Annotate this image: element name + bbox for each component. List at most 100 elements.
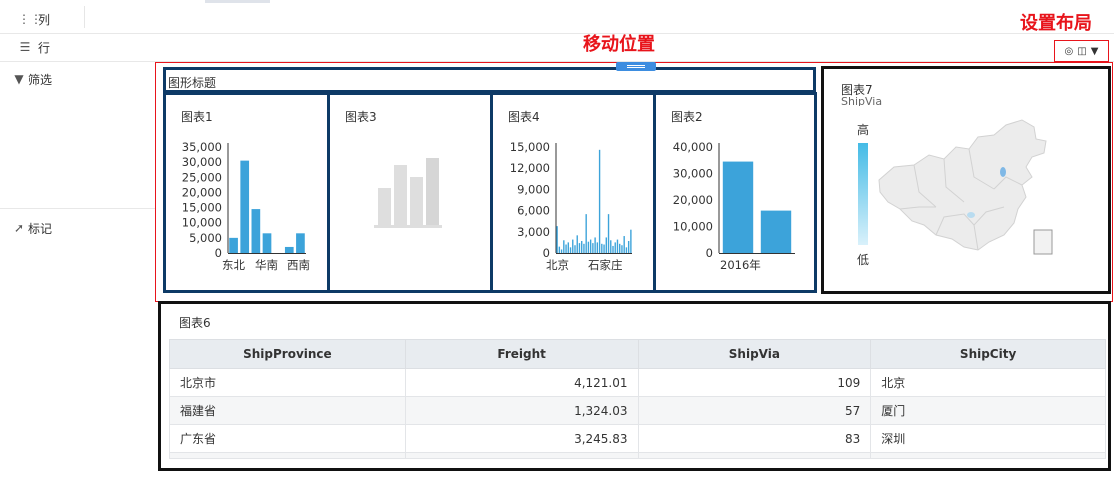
chart7-card[interactable]: 图表7 ShipVia 高 低 [821,66,1111,294]
table-header-row: ShipProvince Freight ShipVia ShipCity [169,339,1106,369]
bar [572,239,574,253]
layout-icon[interactable]: ◫ [1077,46,1086,57]
legend-gradient[interactable] [858,143,868,245]
divider [0,208,156,209]
chart2-card[interactable]: 图表2 40,000 30,000 20,000 10,000 0 2016年 [653,92,817,293]
filter-label: 筛选 [28,72,53,87]
bar [627,240,630,253]
table-cell: 83 [637,424,872,453]
chart7-title: 图表7 [841,83,873,97]
chart4-card[interactable]: 图表4 15,000 12,000 9,000 6,000 3,000 0 北京 石家庄 [490,92,656,293]
chart1-card[interactable]: 图表1 35,000 30,000 25,000 20,000 15,000 10,000… [163,92,330,293]
dropdown-arrow-icon[interactable]: ▼ [1091,46,1099,57]
marks-label: 标记 [28,221,53,236]
table-cell: 北京市 [169,368,406,397]
bar [619,243,621,253]
bar [240,160,250,253]
rows-label: 行 [38,40,51,55]
bar [589,239,592,253]
table-cell: 1,324.03 [404,396,639,425]
toolbar-tab[interactable] [205,0,270,3]
y-tick-label: 30,000 [673,167,713,181]
placeholder-bar [394,165,407,225]
bar [760,210,792,253]
table-row[interactable]: 北京市 4,121.01 109 北京 [169,368,1106,397]
y-tick-label: 0 [215,246,222,260]
table-cell: 109 [637,368,872,397]
map-region-beijing[interactable] [1000,167,1006,177]
columns-drop-zone[interactable] [84,6,1114,28]
legend-title: ShipVia [841,97,883,106]
column-header[interactable]: ShipCity [870,339,1106,369]
column-header[interactable]: ShipProvince [169,339,406,369]
bar [583,243,585,253]
bar [623,236,625,253]
chart6-title: 图表6 [179,316,211,330]
columns-icon: ⋮⋮ [18,12,42,26]
chart3-card[interactable]: 图表3 [327,92,493,293]
table-cell: 4,121.01 [404,368,639,397]
table-row[interactable]: 福建省 1,324.03 57 厦门 [169,396,1106,425]
y-tick-label: 6,000 [517,204,550,218]
filter-shelf[interactable]: ▼ 筛选 [0,65,52,93]
placeholder-bar [426,158,439,225]
table-cell: 3,245.83 [404,424,639,453]
data-table: ShipProvince Freight ShipVia ShipCity 北京… [169,339,1106,459]
layout-control[interactable]: ◎ ◫ ▼ [1054,40,1109,62]
table-cell: 厦门 [870,396,1106,425]
bar [567,242,569,253]
divider [0,33,1114,34]
bar [229,237,238,253]
column-header[interactable]: Freight [404,339,639,369]
table-row[interactable] [169,452,1106,459]
bar [284,246,294,253]
target-icon[interactable]: ◎ [1065,46,1074,57]
y-tick-label: 20,000 [182,185,222,199]
map-region-highlight[interactable] [967,212,975,218]
bar [612,245,614,253]
bar [558,246,561,253]
container-title-bar[interactable]: 图形标题 [163,67,816,93]
field-shelf-panel: ⋮⋮ 列 ☰ 行 ▼ 筛选 ➚ 标记 [0,0,156,477]
table-cell [404,452,639,459]
placeholder-baseline [374,225,442,228]
y-tick-label: 3,000 [517,225,550,239]
y-tick-label: 35,000 [182,140,222,154]
drag-handle-icon[interactable] [616,62,656,71]
bar [621,245,623,253]
bar [585,214,587,253]
bar [578,243,581,253]
table-cell [637,452,872,459]
bar [592,243,594,253]
bar [610,240,612,253]
container-title: 图形标题 [168,76,217,90]
rows-icon: ☰ [19,40,31,54]
bar [603,244,605,253]
bar [581,240,583,253]
move-position-annotation: 移动位置 [583,34,655,55]
chart1-plot: 35,00030,00025,00020,000 15,00010,0005,00… [182,140,310,272]
rows-shelf[interactable]: ☰ 行 [0,33,50,61]
bar [614,242,616,253]
south-sea-inset [1033,229,1053,255]
column-header[interactable]: ShipVia [637,339,872,369]
chart4-plot: 15,00012,0009,0006,0003,0000北京 石家庄 [510,140,632,272]
table-cell [169,452,406,459]
x-tick-label: 东北 [222,258,245,272]
bar [563,240,565,253]
marks-shelf[interactable]: ➚ 标记 [0,214,52,242]
table-row[interactable]: 广东省 3,245.83 83 深圳 [169,424,1106,453]
columns-shelf[interactable]: ⋮⋮ 列 [0,5,50,33]
placeholder-bar [378,188,391,225]
china-map[interactable] [874,117,1104,277]
bar [587,241,590,253]
set-layout-annotation: 设置布局 [1020,13,1092,34]
bar [601,243,603,253]
bar [722,161,754,253]
filter-icon: ▼ [14,72,24,86]
y-tick-label: 5,000 [189,231,222,245]
x-tick-label: 2016年 [720,258,761,272]
bar [596,242,599,253]
table-cell: 福建省 [169,396,406,425]
table-cell: 深圳 [870,424,1106,453]
